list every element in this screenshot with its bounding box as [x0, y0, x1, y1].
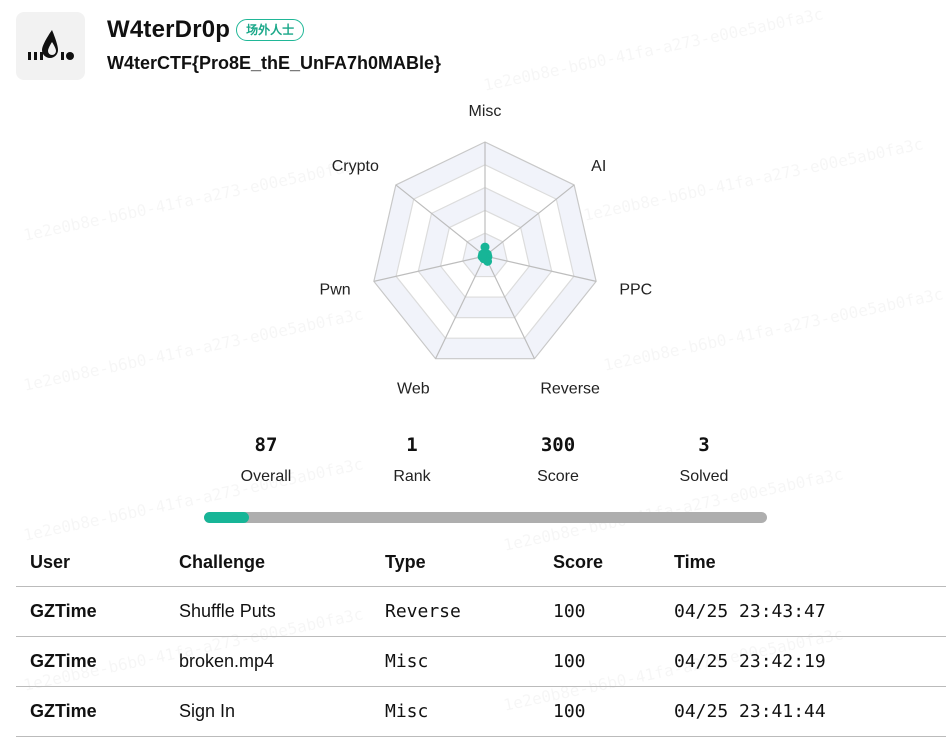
progress-fill [204, 512, 250, 523]
cell-time: 04/25 23:42:19 [674, 636, 946, 687]
stat-solved: 3 Solved [631, 434, 777, 486]
stat-value: 300 [540, 434, 576, 456]
solves-table: User Challenge Type Score Time GZTime Sh… [16, 538, 946, 737]
stats-row: 87 Overall 1 Rank 300 Score 3 Solved [193, 434, 778, 486]
cell-type: Misc [385, 686, 553, 737]
cell-time: 04/25 23:43:47 [674, 586, 946, 637]
col-header-time: Time [674, 538, 946, 587]
cell-type: Reverse [385, 586, 553, 637]
cell-time: 04/25 23:41:44 [674, 686, 946, 737]
table-row: GZTime Shuffle Puts Reverse 100 04/25 23… [16, 586, 946, 637]
stat-overall: 87 Overall [193, 434, 339, 486]
stat-value: 87 [254, 434, 278, 456]
stat-label: Score [537, 468, 579, 485]
radar-axis-label: AI [591, 158, 606, 175]
radar-axis-label: Crypto [332, 158, 379, 175]
radar-axis-label: Misc [469, 103, 502, 120]
radar-axis-label: Web [397, 381, 430, 398]
col-header-type: Type [385, 538, 553, 587]
stat-value: 1 [406, 434, 418, 456]
stat-rank: 1 Rank [339, 434, 485, 486]
cell-challenge: Sign In [179, 686, 385, 737]
cell-score: 100 [553, 686, 674, 737]
stat-label: Overall [240, 468, 292, 485]
stat-score: 300 Score [485, 434, 631, 486]
radar-axis-label: Reverse [540, 381, 600, 398]
stat-value: 3 [698, 434, 710, 456]
cell-user: GZTime [16, 686, 179, 737]
table-header-row: User Challenge Type Score Time [16, 538, 946, 587]
radar-point [478, 249, 488, 259]
col-header-user: User [16, 538, 179, 587]
stat-label: Rank [393, 468, 431, 485]
cell-user: GZTime [16, 636, 179, 687]
cell-type: Misc [385, 636, 553, 687]
col-header-score: Score [553, 538, 674, 587]
radar-chart: Misc AI PPC Reverse Web Pwn Crypto [320, 103, 653, 398]
cell-challenge: Shuffle Puts [179, 586, 385, 637]
cell-score: 100 [553, 636, 674, 687]
table-row: GZTime broken.mp4 Misc 100 04/25 23:42:1… [16, 636, 946, 687]
radar-axis-label: Pwn [320, 281, 351, 298]
cell-challenge: broken.mp4 [179, 636, 385, 687]
cell-score: 100 [553, 586, 674, 637]
progress-bar [204, 512, 767, 523]
radar-axis-label: PPC [619, 281, 652, 298]
table-row: GZTime Sign In Misc 100 04/25 23:41:44 [16, 686, 946, 737]
stat-label: Solved [679, 468, 729, 485]
cell-user: GZTime [16, 586, 179, 637]
col-header-challenge: Challenge [179, 538, 385, 587]
